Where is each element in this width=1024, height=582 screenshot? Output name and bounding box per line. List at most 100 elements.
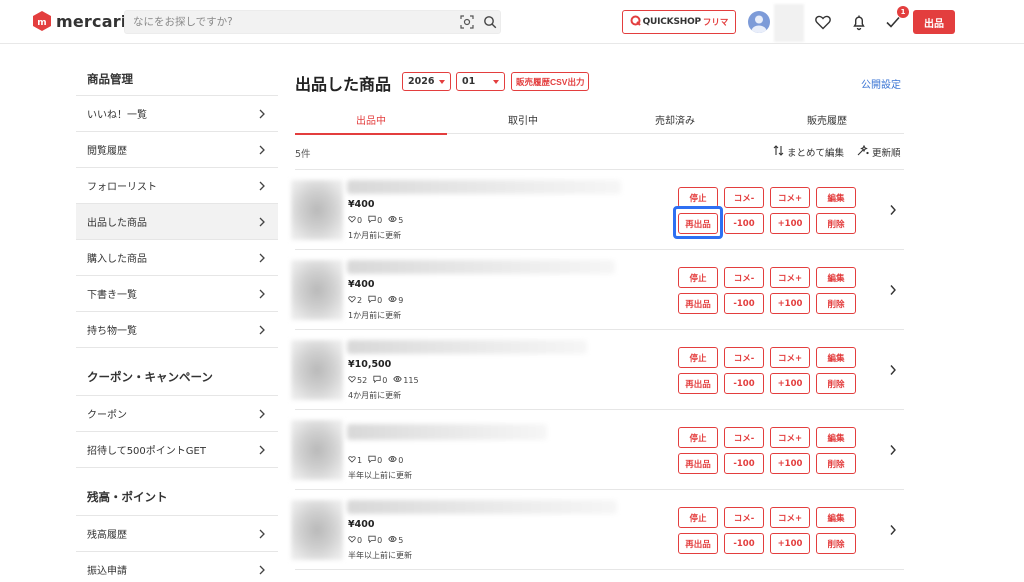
comment-plus-button[interactable]: コメ+ [770,427,810,448]
comment-plus-button[interactable]: コメ+ [770,347,810,368]
eye-icon [388,215,397,225]
price-minus-100-button[interactable]: -100 [724,373,764,394]
tab-sold[interactable]: 売却済み [599,104,751,134]
quickshop-label: QUICKSHOP [642,17,702,27]
price-plus-100-button[interactable]: +100 [770,213,810,234]
edit-button[interactable]: 編集 [816,507,856,528]
delete-button[interactable]: 削除 [816,293,856,314]
listing-row[interactable]: ¥400 0 0 5 1か月前に更新 停止 コメ- コメ+ 編集 再出品 -10… [291,170,904,250]
heart-icon[interactable] [814,13,832,31]
sidebar-item-coupons[interactable]: クーポン [76,396,278,432]
search-icon[interactable] [483,15,497,29]
stop-button[interactable]: 停止 [678,427,718,448]
relist-button[interactable]: 再出品 [678,293,718,314]
price-minus-100-button[interactable]: -100 [724,453,764,474]
listing-row[interactable]: ¥400 2 0 9 1か月前に更新 停止 コメ- コメ+ 編集 再出品 -10… [291,250,904,330]
tab-listing[interactable]: 出品中 [295,104,447,135]
sidebar-item-likes[interactable]: いいね！一覧 [76,96,278,132]
price-plus-100-button[interactable]: +100 [770,373,810,394]
relist-button[interactable]: 再出品 [678,533,718,554]
chevron-right-icon[interactable] [889,204,897,216]
eye-icon [393,375,403,385]
sidebar-item-invite[interactable]: 招待して500ポイントGET [76,432,278,468]
sidebar-item-belongings[interactable]: 持ち物一覧 [76,312,278,348]
comment-plus-button[interactable]: コメ+ [770,507,810,528]
tab-sales-history[interactable]: 販売履歴 [751,104,903,134]
comment-plus-button[interactable]: コメ+ [770,267,810,288]
stop-button[interactable]: 停止 [678,507,718,528]
relist-button[interactable]: 再出品 [678,453,718,474]
product-thumbnail[interactable] [291,420,343,480]
comment-minus-button[interactable]: コメ- [724,507,764,528]
delete-button[interactable]: 削除 [816,213,856,234]
heart-icon [348,455,356,465]
page-title: 出品した商品 [295,75,392,94]
edit-button[interactable]: 編集 [816,267,856,288]
product-thumbnail[interactable] [291,180,343,240]
year-select-value: 2026 [408,76,435,87]
product-thumbnail[interactable] [291,500,343,560]
month-select[interactable]: 01 [456,72,505,91]
chevron-right-icon[interactable] [889,524,897,536]
price-minus-100-button[interactable]: -100 [724,213,764,234]
stop-button[interactable]: 停止 [678,267,718,288]
bulk-edit-button[interactable]: まとめて編集 [773,145,844,159]
comment-minus-button[interactable]: コメ- [724,187,764,208]
listing-row[interactable]: ¥10,500 52 0 115 4か月前に更新 停止 コメ- コメ+ 編集 再… [291,330,904,410]
quickshop-button[interactable]: QUICKSHOP フリマ [622,10,736,34]
product-thumbnail[interactable] [291,260,343,320]
sidebar-item-transfer-request[interactable]: 振込申請 [76,552,278,582]
year-select[interactable]: 2026 [402,72,451,91]
edit-button[interactable]: 編集 [816,187,856,208]
stop-button[interactable]: 停止 [678,187,718,208]
bell-icon[interactable] [850,13,868,31]
comment-minus-button[interactable]: コメ- [724,347,764,368]
avatar[interactable] [748,11,770,33]
listing-row[interactable]: ¥400 0 0 5 半年以上前に更新 停止 コメ- コメ+ 編集 再出品 -1… [291,490,904,570]
edit-button[interactable]: 編集 [816,427,856,448]
sidebar-item-label: 振込申請 [87,566,127,577]
chevron-right-icon[interactable] [889,364,897,376]
chevron-right-icon[interactable] [889,444,897,456]
price-plus-100-button[interactable]: +100 [770,293,810,314]
camera-search-icon[interactable] [460,15,474,29]
edit-button[interactable]: 編集 [816,347,856,368]
tab-in-transaction[interactable]: 取引中 [447,104,599,134]
product-name-redacted [347,500,617,514]
sidebar-item-drafts[interactable]: 下書き一覧 [76,276,278,312]
chevron-right-icon [258,145,266,155]
sort-button[interactable]: 更新順 [857,144,901,159]
delete-button[interactable]: 削除 [816,533,856,554]
public-settings-link[interactable]: 公開設定 [861,76,901,91]
sidebar-item-balance-history[interactable]: 残高履歴 [76,516,278,552]
chevron-right-icon [258,325,266,335]
stop-button[interactable]: 停止 [678,347,718,368]
delete-button[interactable]: 削除 [816,373,856,394]
relist-button[interactable]: 再出品 [678,373,718,394]
mercari-logo[interactable]: m mercari [33,11,126,31]
price-minus-100-button[interactable]: -100 [724,293,764,314]
relist-button[interactable]: 再出品 [678,213,718,234]
chevron-right-icon[interactable] [889,284,897,296]
comment-minus-button[interactable]: コメ- [724,427,764,448]
view-count: 5 [398,215,404,225]
comment-minus-button[interactable]: コメ- [724,267,764,288]
sidebar-item-history[interactable]: 閲覧履歴 [76,132,278,168]
product-thumbnail[interactable] [291,340,343,400]
comment-count: 0 [377,535,383,545]
price-minus-100-button[interactable]: -100 [724,533,764,554]
sidebar-item-purchased[interactable]: 購入した商品 [76,240,278,276]
sidebar-item-listed-products[interactable]: 出品した商品 [76,204,278,240]
sell-button[interactable]: 出品 [913,10,955,34]
search-bar[interactable] [124,10,501,34]
price-plus-100-button[interactable]: +100 [770,453,810,474]
price-plus-100-button[interactable]: +100 [770,533,810,554]
listing-row[interactable]: 1 0 0 半年以上前に更新 停止 コメ- コメ+ 編集 再出品 -100 +1… [291,410,904,490]
delete-button[interactable]: 削除 [816,453,856,474]
logo-text: mercari [56,11,127,31]
search-input[interactable] [133,13,433,31]
sort-sparkle-icon [857,144,869,159]
comment-plus-button[interactable]: コメ+ [770,187,810,208]
csv-export-button[interactable]: 販売履歴CSV出力 [511,72,590,91]
sidebar-item-follow-list[interactable]: フォローリスト [76,168,278,204]
